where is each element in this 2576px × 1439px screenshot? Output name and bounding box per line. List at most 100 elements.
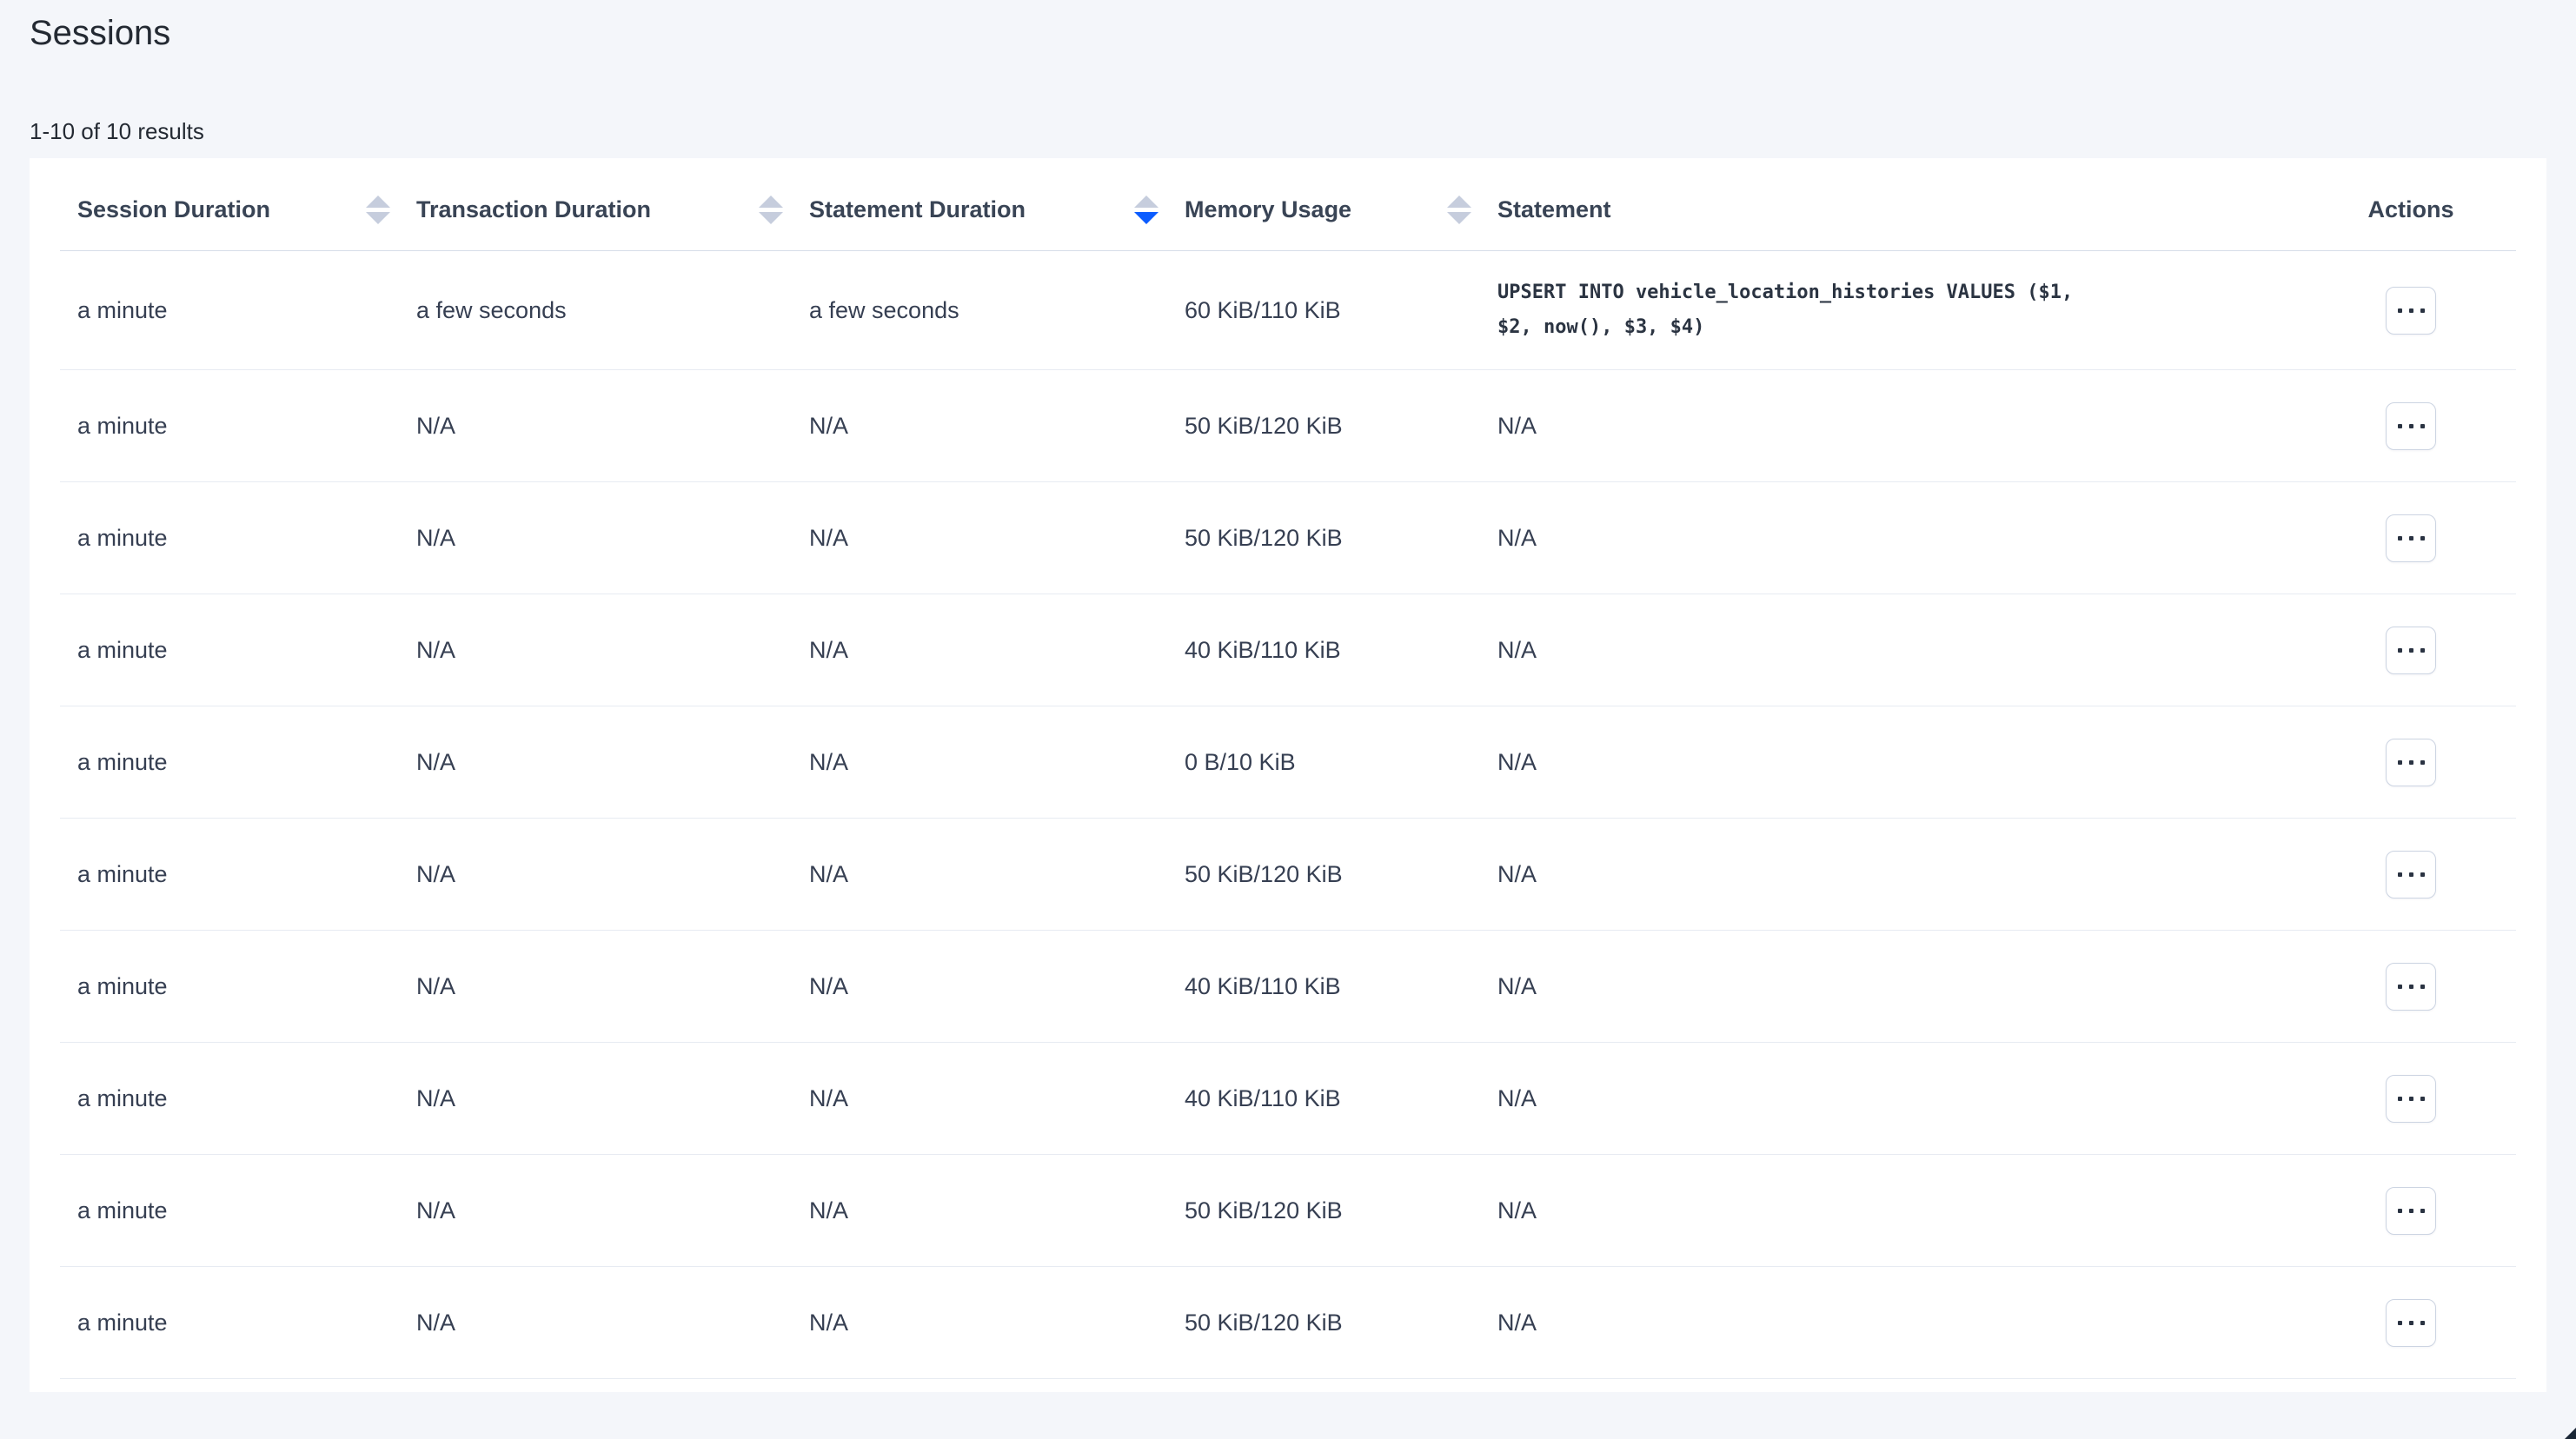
column-header-memory-usage[interactable]: Memory Usage <box>1185 196 1497 224</box>
table-row: a minute N/A N/A 50 KiB/120 KiB N/A <box>60 1267 2516 1379</box>
cell-session-duration: a minute <box>77 861 416 888</box>
cell-transaction-duration: N/A <box>416 861 809 888</box>
cell-session-duration: a minute <box>77 297 416 324</box>
ellipsis-icon <box>2398 1209 2425 1213</box>
column-header-statement-duration[interactable]: Statement Duration <box>809 196 1185 224</box>
cell-session-duration: a minute <box>77 1085 416 1112</box>
cell-transaction-duration: a few seconds <box>416 297 809 324</box>
cell-statement: N/A <box>1497 525 2306 552</box>
cell-session-duration: a minute <box>77 973 416 1000</box>
cell-session-duration: a minute <box>77 1310 416 1336</box>
sql-statement-text: UPSERT INTO vehicle_location_histories V… <box>1497 275 2106 345</box>
resize-corner-icon[interactable] <box>2565 1428 2576 1439</box>
ellipsis-icon <box>2398 424 2425 428</box>
cell-actions <box>2306 1187 2516 1235</box>
column-label: Memory Usage <box>1185 196 1351 223</box>
table-row: a minute N/A N/A 50 KiB/120 KiB N/A <box>60 819 2516 931</box>
table-row: a minute N/A N/A 40 KiB/110 KiB N/A <box>60 594 2516 706</box>
cell-transaction-duration: N/A <box>416 1085 809 1112</box>
row-actions-button[interactable] <box>2386 739 2436 786</box>
row-actions-button[interactable] <box>2386 1187 2436 1235</box>
sort-up-triangle <box>366 196 390 208</box>
sort-up-triangle <box>1447 196 1471 208</box>
cell-session-duration: a minute <box>77 525 416 552</box>
statement-text: N/A <box>1497 413 2285 440</box>
cell-memory-usage: 40 KiB/110 KiB <box>1185 973 1497 1000</box>
page-title: Sessions <box>30 12 2546 54</box>
table-row: a minute N/A N/A 50 KiB/120 KiB N/A <box>60 482 2516 594</box>
column-header-transaction-duration[interactable]: Transaction Duration <box>416 196 809 224</box>
statement-text: N/A <box>1497 861 2285 888</box>
cell-statement-duration: N/A <box>809 525 1185 552</box>
cell-memory-usage: 40 KiB/110 KiB <box>1185 1085 1497 1112</box>
cell-statement: N/A <box>1497 1197 2306 1224</box>
cell-statement: N/A <box>1497 973 2306 1000</box>
sort-up-triangle <box>1134 196 1159 208</box>
cell-actions <box>2306 627 2516 674</box>
sort-arrows-icon[interactable] <box>759 196 783 224</box>
cell-actions <box>2306 402 2516 450</box>
cell-actions <box>2306 287 2516 335</box>
sort-down-triangle <box>1134 212 1159 224</box>
cell-statement-duration: N/A <box>809 861 1185 888</box>
ellipsis-icon <box>2398 308 2425 313</box>
column-header-session-duration[interactable]: Session Duration <box>77 196 416 224</box>
ellipsis-icon <box>2398 985 2425 989</box>
table-header: Session Duration Transaction Duration St… <box>60 158 2516 251</box>
row-actions-button[interactable] <box>2386 1075 2436 1123</box>
cell-transaction-duration: N/A <box>416 1197 809 1224</box>
cell-session-duration: a minute <box>77 1197 416 1224</box>
sessions-page: Sessions 1-10 of 10 results Session Dura… <box>0 12 2576 1392</box>
sort-arrows-icon[interactable] <box>1134 196 1159 224</box>
column-label: Actions <box>2367 196 2453 223</box>
cell-statement-duration: N/A <box>809 1085 1185 1112</box>
cell-memory-usage: 50 KiB/120 KiB <box>1185 1197 1497 1224</box>
results-count: 1-10 of 10 results <box>30 116 2546 146</box>
cell-session-duration: a minute <box>77 637 416 664</box>
column-label: Session Duration <box>77 196 270 223</box>
statement-text: N/A <box>1497 1310 2285 1336</box>
cell-actions <box>2306 1075 2516 1123</box>
row-actions-button[interactable] <box>2386 851 2436 899</box>
column-label: Transaction Duration <box>416 196 651 223</box>
sort-down-triangle <box>1447 212 1471 224</box>
cell-statement-duration: N/A <box>809 637 1185 664</box>
row-actions-button[interactable] <box>2386 1299 2436 1347</box>
statement-text: N/A <box>1497 637 2285 664</box>
cell-session-duration: a minute <box>77 749 416 776</box>
ellipsis-icon <box>2398 648 2425 653</box>
row-actions-button[interactable] <box>2386 402 2436 450</box>
sort-down-triangle <box>366 212 390 224</box>
cell-statement-duration: N/A <box>809 1310 1185 1336</box>
cell-statement-duration: N/A <box>809 413 1185 440</box>
table-row: a minute N/A N/A 40 KiB/110 KiB N/A <box>60 931 2516 1043</box>
cell-statement-duration: N/A <box>809 749 1185 776</box>
row-actions-button[interactable] <box>2386 963 2436 1011</box>
ellipsis-icon <box>2398 872 2425 877</box>
cell-statement-duration: a few seconds <box>809 297 1185 324</box>
cell-actions <box>2306 1299 2516 1347</box>
sort-arrows-icon[interactable] <box>366 196 390 224</box>
cell-memory-usage: 60 KiB/110 KiB <box>1185 297 1497 324</box>
cell-transaction-duration: N/A <box>416 637 809 664</box>
cell-transaction-duration: N/A <box>416 973 809 1000</box>
cell-statement-duration: N/A <box>809 973 1185 1000</box>
row-actions-button[interactable] <box>2386 627 2436 674</box>
cell-transaction-duration: N/A <box>416 1310 809 1336</box>
cell-actions <box>2306 514 2516 562</box>
cell-statement: N/A <box>1497 861 2306 888</box>
row-actions-button[interactable] <box>2386 514 2436 562</box>
cell-memory-usage: 50 KiB/120 KiB <box>1185 861 1497 888</box>
column-header-actions: Actions <box>2306 196 2516 223</box>
ellipsis-icon <box>2398 760 2425 765</box>
column-label: Statement <box>1497 196 1611 223</box>
cell-transaction-duration: N/A <box>416 413 809 440</box>
cell-memory-usage: 50 KiB/120 KiB <box>1185 1310 1497 1336</box>
sort-arrows-icon[interactable] <box>1447 196 1471 224</box>
ellipsis-icon <box>2398 1321 2425 1325</box>
cell-statement: N/A <box>1497 637 2306 664</box>
cell-actions <box>2306 963 2516 1011</box>
row-actions-button[interactable] <box>2386 287 2436 335</box>
cell-transaction-duration: N/A <box>416 525 809 552</box>
cell-transaction-duration: N/A <box>416 749 809 776</box>
